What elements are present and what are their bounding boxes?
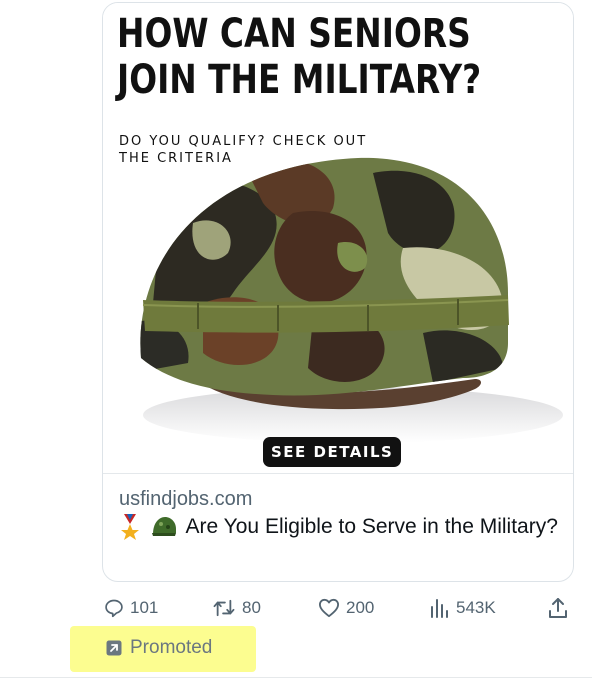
- repost-icon: [213, 599, 235, 617]
- like-button[interactable]: 200: [318, 595, 374, 621]
- card-divider: [103, 473, 573, 474]
- ad-headline: HOW CAN SENIORS JOIN THE MILITARY?: [117, 11, 486, 103]
- link-title[interactable]: Are You Eligible to Serve in the Militar…: [186, 515, 558, 538]
- military-helmet-icon: [151, 517, 176, 537]
- link-title-row[interactable]: Are You Eligible to Serve in the Militar…: [119, 512, 559, 541]
- promoted-text: Promoted: [130, 637, 213, 658]
- share-icon: [549, 598, 567, 618]
- reply-count: 101: [130, 598, 159, 617]
- camouflage-helmet-image: [140, 157, 563, 443]
- promoted-arrow-icon: [106, 640, 122, 656]
- ad-headline-line-2: JOIN THE MILITARY?: [117, 57, 482, 103]
- repost-button[interactable]: 80: [212, 595, 261, 621]
- see-details-button[interactable]: SEE DETAILS: [263, 437, 402, 467]
- repost-count: 80: [242, 598, 261, 617]
- views-icon: [431, 599, 448, 618]
- link-info[interactable]: usfindjobs.com Are You Eligible to Serve…: [119, 486, 559, 541]
- views-count: 543K: [456, 598, 496, 617]
- ad-headline-line-1: HOW CAN SENIORS: [117, 11, 471, 57]
- reply-button[interactable]: 101: [104, 595, 158, 621]
- ad-image[interactable]: HOW CAN SENIORS JOIN THE MILITARY? DO YO…: [103, 3, 573, 473]
- bottom-divider: [0, 677, 592, 678]
- military-medal-icon: [121, 514, 139, 541]
- views-button[interactable]: 543K: [428, 595, 496, 621]
- share-button[interactable]: [548, 595, 574, 621]
- promoted-ad-card[interactable]: HOW CAN SENIORS JOIN THE MILITARY? DO YO…: [102, 2, 574, 582]
- heart-icon: [318, 598, 339, 618]
- like-count: 200: [346, 598, 375, 617]
- ad-subheadline-line-1: DO YOU QUALIFY? CHECK OUT: [119, 134, 368, 149]
- reply-icon: [105, 599, 123, 618]
- promoted-label[interactable]: Promoted: [106, 636, 212, 660]
- link-domain[interactable]: usfindjobs.com: [119, 486, 559, 512]
- tweet-action-bar: 101 80 200 543K: [104, 595, 574, 621]
